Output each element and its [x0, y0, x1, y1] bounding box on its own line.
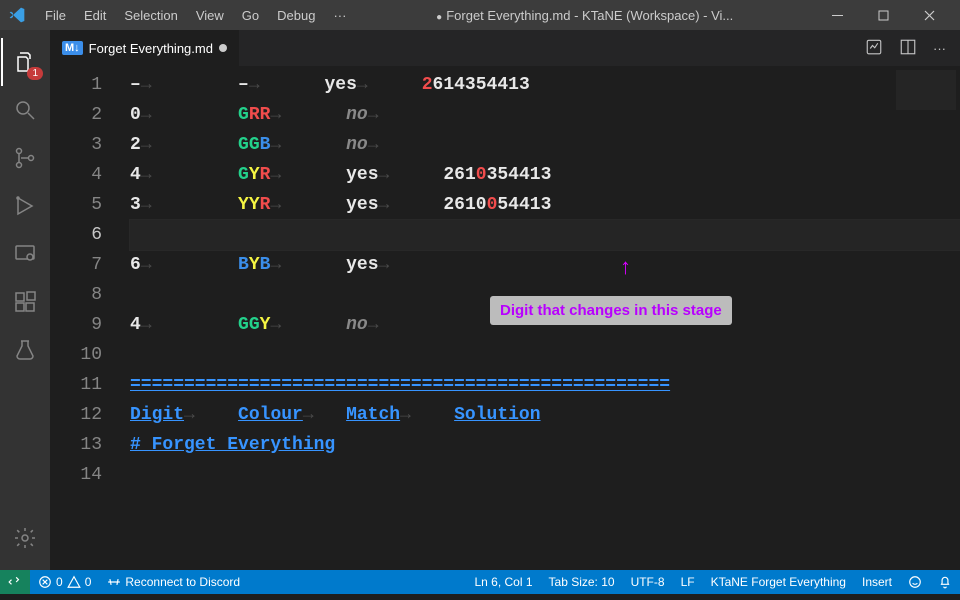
menu-more[interactable]: ··· [324, 4, 355, 27]
activity-bar: 1 [0, 30, 50, 570]
settings-gear-icon[interactable] [1, 514, 49, 562]
status-encoding[interactable]: UTF-8 [623, 570, 673, 594]
explorer-badge: 1 [27, 67, 43, 80]
titlebar: File Edit Selection View Go Debug ··· ●F… [0, 0, 960, 30]
status-eol[interactable]: LF [673, 570, 703, 594]
source-control-icon[interactable] [1, 134, 49, 182]
maximize-button[interactable] [860, 0, 906, 30]
markdown-icon: M↓ [62, 41, 83, 55]
menu-bar: File Edit Selection View Go Debug ··· [36, 4, 355, 27]
search-icon[interactable] [1, 86, 49, 134]
annotation-tooltip: Digit that changes in this stage [490, 296, 732, 325]
menu-debug[interactable]: Debug [268, 4, 324, 27]
extensions-icon[interactable] [1, 278, 49, 326]
line-number-gutter: 1234567891011121314 [50, 66, 130, 570]
status-errors-count: 0 [56, 575, 63, 589]
menu-view[interactable]: View [187, 4, 233, 27]
status-reconnect-label: Reconnect to Discord [125, 575, 240, 589]
main-area: 1 M↓ Forget Everything.md [0, 30, 960, 570]
window-title: ●Forget Everything.md - KTaNE (Workspace… [355, 8, 814, 23]
menu-file[interactable]: File [36, 4, 75, 27]
status-cursor[interactable]: Ln 6, Col 1 [466, 570, 540, 594]
status-warnings-count: 0 [85, 575, 92, 589]
minimap[interactable] [896, 70, 956, 110]
tab-forget-everything[interactable]: M↓ Forget Everything.md [50, 30, 240, 66]
explorer-icon[interactable]: 1 [1, 38, 49, 86]
minimize-button[interactable] [814, 0, 860, 30]
tab-actions: ··· [865, 30, 960, 66]
tab-bar: M↓ Forget Everything.md ··· [50, 30, 960, 66]
status-bell-icon[interactable] [930, 570, 960, 594]
window-controls [814, 0, 952, 30]
remote-explorer-icon[interactable] [1, 230, 49, 278]
menu-selection[interactable]: Selection [115, 4, 186, 27]
unsaved-dot-icon: ● [436, 12, 442, 23]
status-problems[interactable]: 0 0 [30, 570, 99, 594]
menu-edit[interactable]: Edit [75, 4, 115, 27]
close-button[interactable] [906, 0, 952, 30]
tab-label: Forget Everything.md [89, 41, 213, 56]
status-reconnect[interactable]: Reconnect to Discord [99, 570, 248, 594]
debug-icon[interactable] [1, 182, 49, 230]
testing-icon[interactable] [1, 326, 49, 374]
modified-dot-icon [219, 44, 227, 52]
status-bar: 0 0 Reconnect to Discord Ln 6, Col 1 Tab… [0, 570, 960, 594]
split-editor-icon[interactable] [899, 38, 917, 59]
menu-go[interactable]: Go [233, 4, 268, 27]
status-language[interactable]: KTaNE Forget Everything [703, 570, 854, 594]
status-insert-mode[interactable]: Insert [854, 570, 900, 594]
status-feedback-icon[interactable] [900, 570, 930, 594]
more-actions-icon[interactable]: ··· [933, 41, 946, 56]
preview-icon[interactable] [865, 38, 883, 59]
status-tabsize[interactable]: Tab Size: 10 [541, 570, 623, 594]
annotation-arrow-icon: ↑ [620, 254, 631, 280]
remote-indicator[interactable] [0, 570, 30, 594]
vscode-logo-icon [8, 6, 26, 24]
